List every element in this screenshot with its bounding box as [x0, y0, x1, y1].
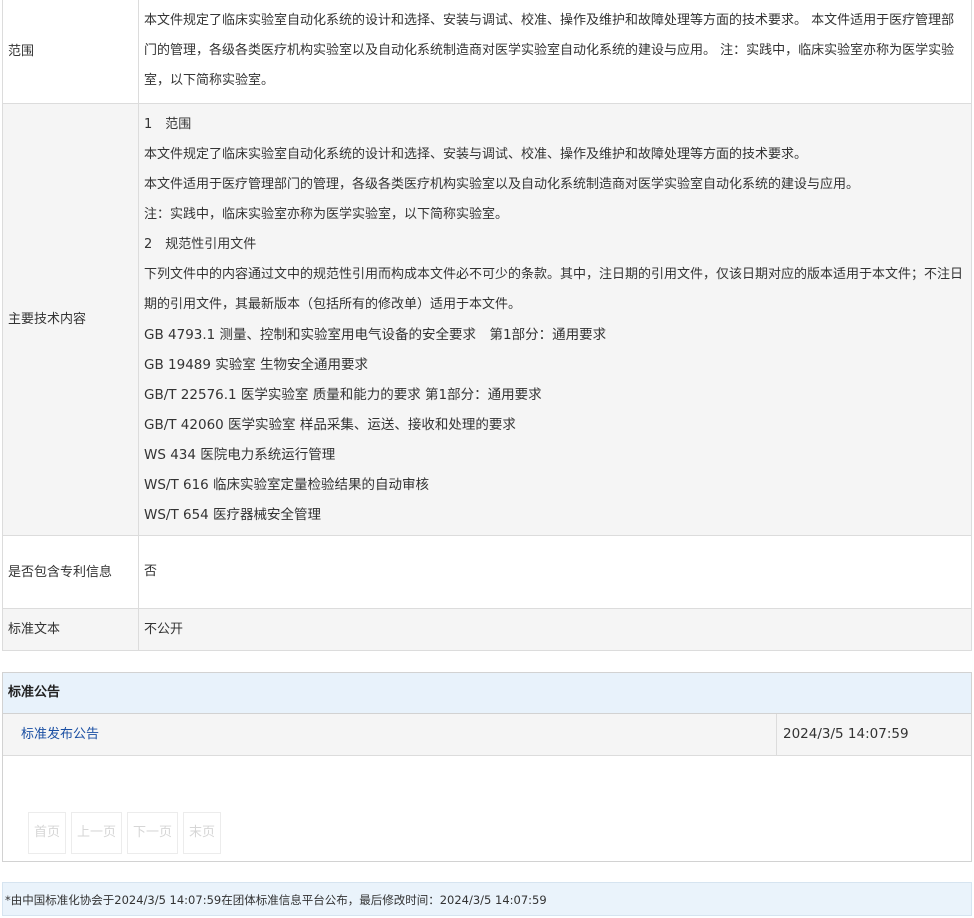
- tech-content-value: 1 范围 本文件规定了临床实验室自动化系统的设计和选择、安装与调试、校准、操作及…: [138, 103, 972, 536]
- standard-text-value: 不公开: [138, 608, 972, 651]
- referenced-standard: WS/T 654 医疗器械安全管理: [144, 506, 322, 523]
- referenced-standard: GB 4793.1 测量、控制和实验室用电气设备的安全要求 第1部分：通用要求: [144, 326, 607, 343]
- referenced-standard: GB 19489 实验室 生物安全通用要求: [144, 356, 369, 373]
- prev-page-button[interactable]: 上一页: [71, 812, 123, 854]
- referenced-standard: WS/T 616 临床实验室定量检验结果的自动审核: [144, 476, 430, 493]
- announcement-title: 标准公告: [3, 673, 971, 714]
- content-line: 下列文件中的内容通过文中的规范性引用而构成本文件必不可少的条款。其中，注日期的引…: [144, 266, 964, 312]
- referenced-standard: GB/T 22576.1 医学实验室 质量和能力的要求 第1部分：通用要求: [144, 386, 542, 403]
- standard-text-row: 标准文本 不公开: [2, 608, 972, 651]
- pagination: 首页 上一页 下一页 末页: [28, 812, 222, 854]
- announcement-link[interactable]: 标准发布公告: [3, 714, 776, 755]
- scope-value: 本文件规定了临床实验室自动化系统的设计和选择、安装与调试、校准、操作及维护和故障…: [138, 0, 972, 104]
- standard-detail-page: 范围 本文件规定了临床实验室自动化系统的设计和选择、安装与调试、校准、操作及维护…: [0, 0, 974, 918]
- section-heading: 2 规范性引用文件: [144, 236, 257, 252]
- patent-value: 否: [138, 535, 972, 609]
- scope-row: 范围 本文件规定了临床实验室自动化系统的设计和选择、安装与调试、校准、操作及维护…: [2, 0, 972, 104]
- standard-text-label: 标准文本: [2, 608, 139, 651]
- referenced-standard: WS 434 医院电力系统运行管理: [144, 446, 336, 463]
- content-line: 本文件规定了临床实验室自动化系统的设计和选择、安装与调试、校准、操作及维护和故障…: [144, 146, 808, 162]
- patent-label: 是否包含专利信息: [2, 535, 139, 609]
- section-heading: 1 范围: [144, 116, 192, 132]
- announcement-panel: 标准公告 标准发布公告 2024/3/5 14:07:59 首页 上一页 下一页…: [2, 672, 972, 862]
- next-page-button[interactable]: 下一页: [127, 812, 179, 854]
- first-page-button[interactable]: 首页: [28, 812, 67, 854]
- standard-info-table: 范围 本文件规定了临床实验室自动化系统的设计和选择、安装与调试、校准、操作及维护…: [2, 0, 972, 651]
- content-line: 本文件适用于医疗管理部门的管理，各级各类医疗机构实验室以及自动化系统制造商对医学…: [144, 176, 860, 192]
- last-page-button[interactable]: 末页: [183, 812, 222, 854]
- tech-content-row: 主要技术内容 1 范围 本文件规定了临床实验室自动化系统的设计和选择、安装与调试…: [2, 103, 972, 536]
- referenced-standard: GB/T 42060 医学实验室 样品采集、运送、接收和处理的要求: [144, 416, 516, 433]
- publish-footer-note: *由中国标准化协会于2024/3/5 14:07:59在团体标准信息平台公布，最…: [2, 882, 972, 916]
- announcement-row: 标准发布公告 2024/3/5 14:07:59: [3, 714, 971, 756]
- tech-content-label: 主要技术内容: [2, 103, 139, 536]
- announcement-date: 2024/3/5 14:07:59: [776, 714, 971, 755]
- scope-label: 范围: [2, 0, 139, 104]
- patent-row: 是否包含专利信息 否: [2, 535, 972, 609]
- content-line: 注：实践中，临床实验室亦称为医学实验室，以下简称实验室。: [144, 206, 509, 222]
